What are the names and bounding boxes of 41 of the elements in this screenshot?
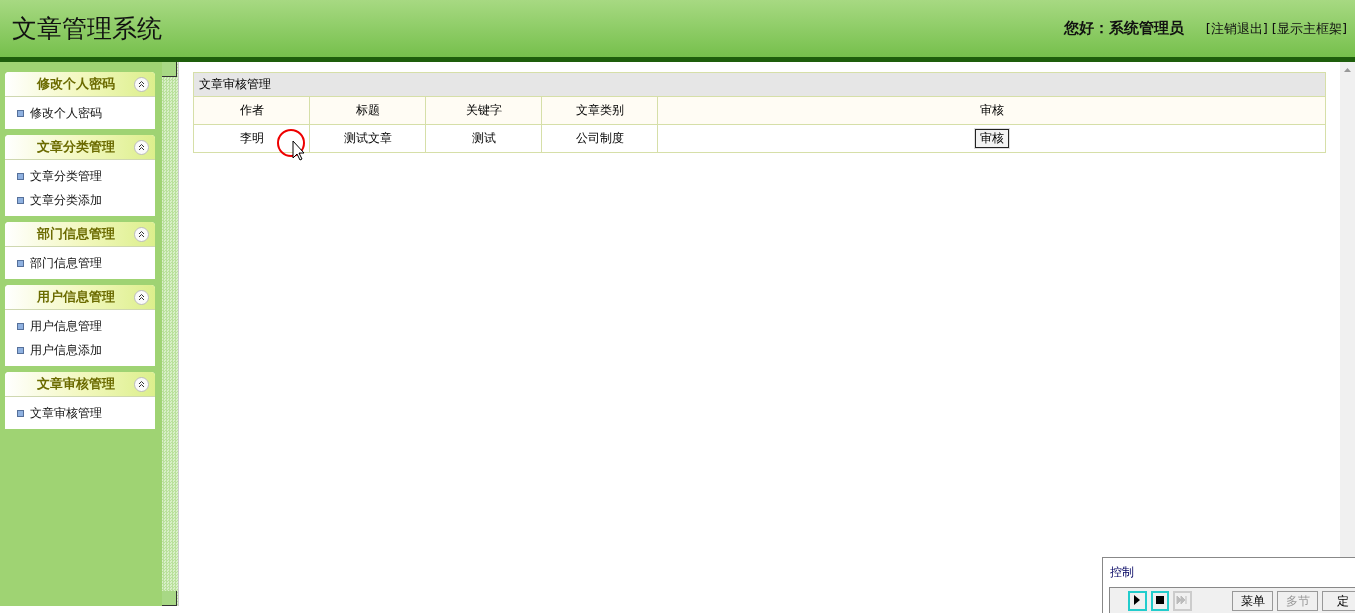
header-link[interactable]: [注销退出] (1205, 19, 1268, 38)
bullet-icon (17, 172, 24, 180)
bullet-icon (17, 259, 24, 267)
stop-button[interactable] (1150, 591, 1169, 611)
column-header: 作者 (193, 96, 310, 125)
collapse-icon[interactable] (134, 226, 149, 242)
menu-item[interactable]: 修改个人密码 (30, 104, 102, 122)
play-button[interactable] (1128, 591, 1147, 611)
review-button[interactable]: 审核 (974, 129, 1009, 148)
bullet-icon (17, 322, 24, 330)
table-cell: 公司制度 (541, 124, 658, 153)
skip-icon (1175, 593, 1190, 607)
collapse-icon[interactable] (134, 289, 149, 305)
table-cell: 测试文章 (309, 124, 426, 153)
collapse-icon[interactable] (134, 376, 149, 392)
app-title: 文章管理系统 (12, 13, 162, 45)
header-link[interactable]: [显示主框架] (1271, 19, 1347, 38)
menu-item[interactable]: 文章分类管理 (30, 167, 102, 185)
toolbar-button[interactable]: 菜单 (1232, 591, 1274, 611)
column-header: 文章类别 (541, 96, 658, 125)
table-cell: 测试 (425, 124, 542, 153)
collapse-icon[interactable] (134, 139, 149, 155)
bullet-icon (17, 409, 24, 417)
menu-item[interactable]: 用户信息添加 (30, 341, 102, 359)
column-header: 关键字 (425, 96, 542, 125)
menu-item[interactable]: 文章分类添加 (30, 191, 102, 209)
toolbar-button[interactable]: 定 (1322, 591, 1355, 611)
menu-item[interactable]: 部门信息管理 (30, 254, 102, 272)
menu-item[interactable]: 文章审核管理 (30, 404, 102, 422)
bullet-icon (17, 109, 24, 117)
greeting: 您好：系统管理员 (1063, 19, 1184, 38)
menu-item[interactable]: 用户信息管理 (30, 317, 102, 335)
window-title: 控制 (1109, 564, 1135, 581)
collapse-toggle[interactable] (162, 591, 177, 606)
column-header: 审核 (657, 96, 1326, 125)
table-title: 文章审核管理 (193, 72, 1326, 97)
bullet-icon (17, 346, 24, 354)
collapse-toggle[interactable] (162, 62, 177, 77)
collapse-icon[interactable] (134, 76, 149, 92)
bullet-icon (17, 196, 24, 204)
column-header: 标题 (309, 96, 426, 125)
